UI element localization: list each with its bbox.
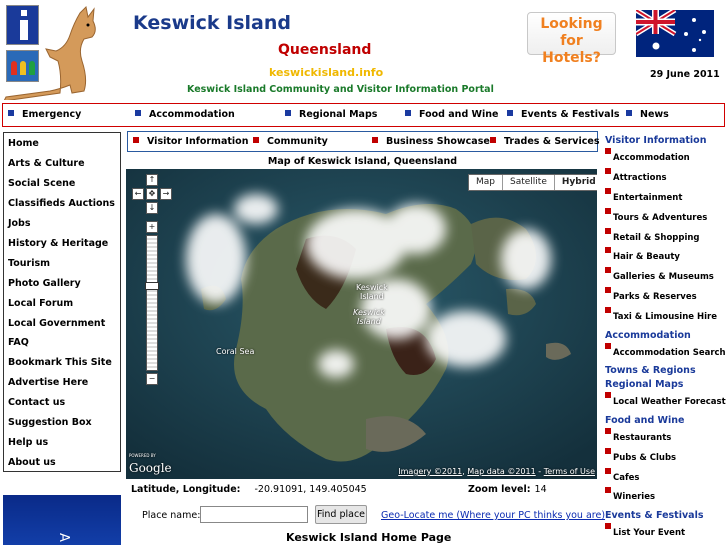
map-label-island: Keswick Island xyxy=(356,283,388,301)
left-nav-item[interactable]: Arts & Culture xyxy=(8,158,85,169)
map-type-map[interactable]: Map xyxy=(469,175,503,190)
hotels-button[interactable]: Looking for Hotels? xyxy=(527,12,616,66)
left-nav-item[interactable]: Photo Gallery xyxy=(8,278,81,289)
kangaroo-logo xyxy=(3,5,96,100)
coordinates-value: -20.91091, 149.405045 xyxy=(254,484,367,495)
google-logo[interactable]: POWERED BY Google xyxy=(129,453,172,475)
sub-nav-item-visitor-info[interactable]: Visitor Information xyxy=(133,136,248,147)
sub-nav: Visitor Information Community Business S… xyxy=(127,131,599,152)
sidebar-heading-towns[interactable]: Towns & Regions xyxy=(605,365,696,376)
sidebar-item[interactable]: Retail & Shopping xyxy=(605,228,700,243)
site-state: Queensland xyxy=(278,42,372,58)
zoom-slider[interactable] xyxy=(145,235,159,371)
zoom-in-icon[interactable]: + xyxy=(146,221,158,233)
left-nav-item[interactable]: Local Government xyxy=(8,318,105,329)
left-nav-item[interactable]: Help us xyxy=(8,437,48,448)
sub-nav-item-business[interactable]: Business Showcase xyxy=(372,136,490,147)
satellite-map[interactable]: Map Satellite Hybrid ↑ ← ✥ → ↓ + − Keswi… xyxy=(126,169,597,479)
map-type-hybrid[interactable]: Hybrid xyxy=(555,175,597,190)
sidebar-item[interactable]: Accommodation xyxy=(605,148,690,163)
site-title: Keswick Island xyxy=(133,12,292,34)
coordinates: Latitude, Longitude: -20.91091, 149.40504… xyxy=(131,484,367,495)
sidebar-heading-accommodation[interactable]: Accommodation xyxy=(605,330,691,341)
australian-flag xyxy=(636,10,714,57)
sidebar-heading-events[interactable]: Events & Festivals xyxy=(605,510,704,521)
coordinates-label: Latitude, Longitude: xyxy=(131,484,241,495)
top-nav-item-regional-maps[interactable]: Regional Maps xyxy=(285,109,377,120)
page-title: Keswick Island Home Page xyxy=(286,531,452,544)
map-title: Map of Keswick Island, Queensland xyxy=(267,156,458,167)
zoom-value: 14 xyxy=(534,484,547,495)
pan-center-icon[interactable]: ✥ xyxy=(146,188,158,200)
sidebar-item[interactable]: Pubs & Clubs xyxy=(605,448,676,463)
pan-left-icon[interactable]: ← xyxy=(132,188,144,200)
geo-locate-link[interactable]: Geo-Locate me (Where your PC thinks you … xyxy=(381,510,605,521)
sidebar-item[interactable]: Parks & Reserves xyxy=(605,287,697,302)
map-label-sea: Coral Sea xyxy=(216,347,255,356)
sidebar-item[interactable]: Accommodation Search xyxy=(605,343,726,358)
top-nav-item-emergency[interactable]: Emergency xyxy=(8,109,81,120)
place-name-label: Place name: xyxy=(142,510,201,521)
left-nav-item[interactable]: Bookmark This Site xyxy=(8,357,112,368)
zoom-out-icon[interactable]: − xyxy=(146,373,158,385)
sub-nav-item-trades[interactable]: Trades & Services xyxy=(490,136,599,147)
sidebar-item[interactable]: Cafes xyxy=(605,468,640,483)
sidebar-item[interactable]: Local Weather Forecast xyxy=(605,392,726,407)
map-label-island-italic: Keswick Island xyxy=(353,308,385,326)
left-nav-item[interactable]: Contact us xyxy=(8,397,65,408)
advert-text: A xyxy=(55,533,71,542)
place-name-input[interactable] xyxy=(200,506,308,523)
map-credits: Imagery ©2011, Map data ©2011 - Terms of… xyxy=(398,467,595,476)
left-nav-item[interactable]: FAQ xyxy=(8,337,29,348)
map-type-control: Map Satellite Hybrid xyxy=(468,174,597,191)
sidebar-item[interactable]: Tours & Adventures xyxy=(605,208,707,223)
zoom-level: Zoom level: 14 xyxy=(468,484,547,495)
current-date: 29 June 2011 xyxy=(650,69,720,80)
left-nav-item[interactable]: History & Heritage xyxy=(8,238,108,249)
top-nav-item-accommodation[interactable]: Accommodation xyxy=(135,109,235,120)
map-type-satellite[interactable]: Satellite xyxy=(503,175,555,190)
left-nav: Home Arts & Culture Social Scene Classif… xyxy=(3,132,121,472)
site-tagline: Keswick Island Community and Visitor Inf… xyxy=(187,84,494,95)
left-nav-item[interactable]: Local Forum xyxy=(8,298,73,309)
left-nav-item[interactable]: Social Scene xyxy=(8,178,75,189)
top-nav-item-food-wine[interactable]: Food and Wine xyxy=(405,109,499,120)
sidebar-item[interactable]: List Your Event xyxy=(605,523,685,538)
sidebar-item[interactable]: Restaurants xyxy=(605,428,671,443)
zoom-slider-knob[interactable] xyxy=(145,282,159,290)
sidebar-heading-maps[interactable]: Regional Maps xyxy=(605,379,683,390)
site-domain: keswickisland.info xyxy=(269,66,384,79)
left-nav-item[interactable]: Home xyxy=(8,138,39,149)
map-data-link[interactable]: Map data ©2011 xyxy=(467,467,535,476)
sidebar-item[interactable]: Taxi & Limousine Hire xyxy=(605,307,717,322)
top-nav-item-news[interactable]: News xyxy=(626,109,669,120)
sidebar-item[interactable]: Wineries xyxy=(605,487,655,502)
left-nav-item[interactable]: Suggestion Box xyxy=(8,417,92,428)
left-nav-item[interactable]: Jobs xyxy=(8,218,31,229)
terms-link[interactable]: Terms of Use xyxy=(544,467,595,476)
sidebar-item[interactable]: Attractions xyxy=(605,168,667,183)
zoom-label: Zoom level: xyxy=(468,484,531,495)
sidebar-item[interactable]: Hair & Beauty xyxy=(605,247,680,262)
hotels-label: Looking for Hotels? xyxy=(540,16,603,66)
left-nav-item[interactable]: Tourism xyxy=(8,258,50,269)
find-place-button[interactable]: Find place xyxy=(315,505,367,524)
top-nav: Emergency Accommodation Regional Maps Fo… xyxy=(2,103,725,127)
pan-up-icon[interactable]: ↑ xyxy=(146,174,158,186)
left-nav-item[interactable]: Advertise Here xyxy=(8,377,88,388)
pan-down-icon[interactable]: ↓ xyxy=(146,202,158,214)
sidebar-item[interactable]: Galleries & Museums xyxy=(605,267,714,282)
powered-by-label: POWERED BY xyxy=(129,453,156,458)
left-nav-item[interactable]: About us xyxy=(8,457,56,468)
sub-nav-item-community[interactable]: Community xyxy=(253,136,328,147)
sidebar-heading-visitor[interactable]: Visitor Information xyxy=(605,135,706,146)
left-nav-item[interactable]: Classifieds Auctions xyxy=(8,198,115,209)
pan-right-icon[interactable]: → xyxy=(160,188,172,200)
top-nav-item-events[interactable]: Events & Festivals xyxy=(507,109,620,120)
imagery-credit-link[interactable]: Imagery ©2011 xyxy=(398,467,462,476)
sidebar-heading-food[interactable]: Food and Wine xyxy=(605,415,685,426)
sidebar-item[interactable]: Entertainment xyxy=(605,188,682,203)
